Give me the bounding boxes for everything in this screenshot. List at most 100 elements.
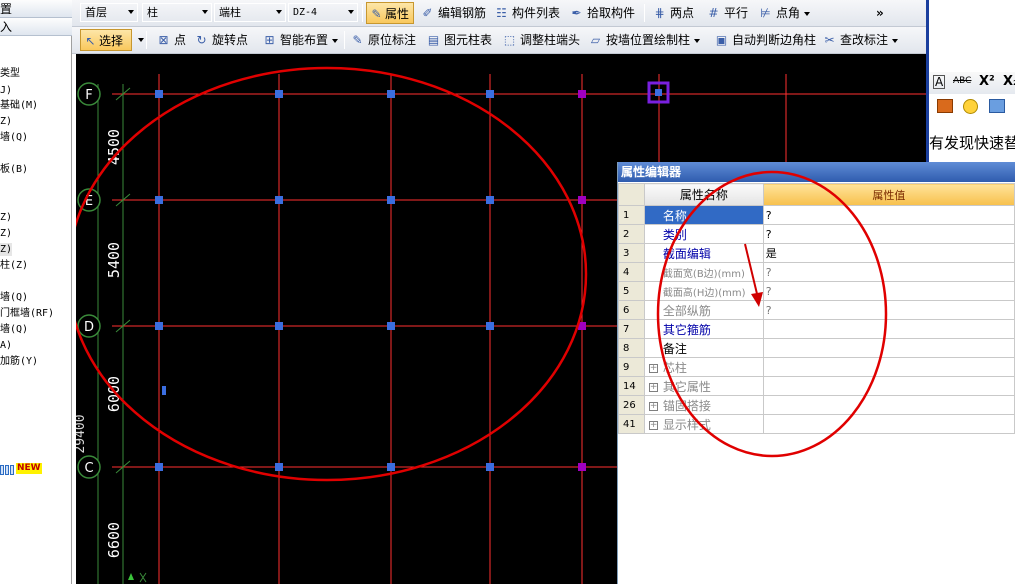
column-marker[interactable]	[155, 90, 163, 98]
property-row[interactable]: 9 + 芯柱	[618, 357, 1015, 377]
property-name-cell[interactable]: 其它箍筋	[643, 319, 764, 339]
origin-mark-button[interactable]: ✎ 原位标注	[350, 29, 416, 51]
edit-rebar-button[interactable]: ✐ 编辑钢筋	[420, 2, 486, 24]
chevron-down-icon[interactable]	[138, 38, 144, 42]
tree-item[interactable]: 门框墙(RF)	[0, 307, 54, 320]
column-marker[interactable]	[162, 386, 166, 395]
tree-item[interactable]: 墙(Q)	[0, 131, 28, 144]
property-row[interactable]: 26 + 锚固搭接	[618, 395, 1015, 415]
property-row[interactable]: 5 截面高(H边)(mm)?	[618, 281, 1015, 301]
column-marker[interactable]	[387, 322, 395, 330]
property-row[interactable]: 6 全部纵筋?	[618, 300, 1015, 320]
tree-item[interactable]: Z)	[0, 115, 12, 128]
property-name-cell[interactable]: + 其它属性	[643, 376, 764, 396]
smart-layout-button[interactable]: ⊞ 智能布置	[262, 29, 339, 51]
property-name-cell[interactable]: 截面宽(B边)(mm)	[643, 262, 764, 282]
expand-icon[interactable]: +	[648, 382, 658, 392]
component-name-select[interactable]: DZ-4	[288, 3, 358, 22]
tree-item[interactable]: 加筋(Y)	[0, 355, 38, 368]
property-name-cell[interactable]: 截面高(H边)(mm)	[643, 281, 764, 301]
expand-icon[interactable]: +	[648, 420, 658, 430]
new-feature-badge[interactable]: NEW	[0, 463, 42, 478]
pick-member-button[interactable]: ✒ 拾取构件	[569, 2, 635, 24]
adjust-column-end-button[interactable]: ⬚ 调整柱端头	[502, 29, 580, 51]
column-marker[interactable]	[155, 463, 163, 471]
property-row[interactable]: 41 + 显示样式	[618, 414, 1015, 434]
member-list-button[interactable]: ☷ 构件列表	[494, 2, 560, 24]
property-value[interactable]: ?	[762, 205, 1015, 225]
edge-column-marker[interactable]	[578, 90, 586, 98]
strikethrough-button[interactable]: ABC	[953, 76, 971, 86]
column-marker[interactable]	[486, 196, 494, 204]
component-subtype-select[interactable]: 端柱	[214, 3, 286, 22]
property-value[interactable]	[762, 395, 1015, 415]
column-marker[interactable]	[486, 90, 494, 98]
property-value[interactable]: ?	[762, 262, 1015, 282]
property-row[interactable]: 8 备注	[618, 338, 1015, 358]
tree-item[interactable]: Z)	[0, 243, 13, 256]
check-mark-button[interactable]: ✂ 查改标注	[822, 29, 899, 51]
column-marker[interactable]	[275, 463, 283, 471]
tree-item[interactable]: A)	[0, 339, 12, 352]
column-marker[interactable]	[275, 90, 283, 98]
column-marker[interactable]	[275, 322, 283, 330]
two-point-button[interactable]: ⋕ 两点	[652, 2, 694, 24]
tree-item[interactable]: Z)	[0, 227, 12, 240]
edge-column-marker[interactable]	[578, 196, 586, 204]
attribute-button[interactable]: ✎ 属性	[366, 2, 414, 24]
format-a-button[interactable]: A	[933, 75, 946, 89]
property-value[interactable]	[762, 338, 1015, 358]
property-row[interactable]: 2 类别?	[618, 224, 1015, 244]
property-name-cell[interactable]: 类别	[643, 224, 764, 244]
point-button[interactable]: ⊠ 点	[156, 29, 186, 51]
tree-item[interactable]: 墙(Q)	[0, 323, 28, 336]
property-row[interactable]: 3 截面编辑 是	[618, 243, 1015, 263]
rotate-point-button[interactable]: ↻ 旋转点	[194, 29, 248, 51]
property-name-cell[interactable]: + 锚固搭接	[643, 395, 764, 415]
column-marker[interactable]	[155, 196, 163, 204]
column-marker[interactable]	[387, 90, 395, 98]
column-table-button[interactable]: ▤ 图元柱表	[426, 29, 492, 51]
property-value[interactable]: ?	[762, 281, 1015, 301]
floor-select[interactable]: 首层	[80, 3, 138, 22]
property-name-cell[interactable]: 截面编辑	[643, 243, 764, 263]
property-name-cell[interactable]: + 芯柱	[643, 357, 764, 377]
column-marker[interactable]	[486, 463, 494, 471]
superscript-button[interactable]: X²	[979, 74, 995, 89]
panel-header-second[interactable]: 入	[0, 18, 72, 36]
tree-item[interactable]: 墙(Q)	[0, 291, 28, 304]
draw-by-wall-button[interactable]: ▱ 按墙位置绘制柱	[588, 29, 701, 51]
emoji-icon[interactable]	[963, 99, 978, 114]
property-value[interactable]	[762, 376, 1015, 396]
parallel-button[interactable]: # 平行	[706, 2, 748, 24]
property-row[interactable]: 1 名称?	[618, 205, 1015, 225]
property-value[interactable]: ?	[762, 224, 1015, 244]
property-name-cell[interactable]: 全部纵筋	[643, 300, 764, 320]
tree-item[interactable]: J)	[0, 84, 12, 97]
property-row[interactable]: 7 其它箍筋	[618, 319, 1015, 339]
auto-corner-column-button[interactable]: ▣ 自动判断边角柱	[714, 29, 816, 51]
image-icon[interactable]	[937, 99, 953, 113]
property-editor-title[interactable]: 属性编辑器	[618, 162, 1015, 182]
edge-column-marker[interactable]	[578, 463, 586, 471]
column-marker[interactable]	[155, 322, 163, 330]
column-marker[interactable]	[387, 463, 395, 471]
column-markers[interactable]	[155, 90, 494, 471]
property-row[interactable]: 14 + 其它属性	[618, 376, 1015, 396]
subscript-button[interactable]: X₂	[1003, 74, 1015, 89]
point-angle-button[interactable]: ⊭ 点角	[758, 2, 811, 24]
select-button[interactable]: ↖ 选择	[80, 29, 132, 51]
property-value[interactable]	[762, 357, 1015, 377]
property-value[interactable]	[762, 319, 1015, 339]
property-name-cell[interactable]: 备注	[643, 338, 764, 358]
tree-item[interactable]: 类型	[0, 67, 20, 80]
panel-header-top[interactable]: 置	[0, 0, 72, 18]
toolbar-overflow-button[interactable]: »	[876, 2, 884, 24]
property-value[interactable]: ?	[762, 300, 1015, 320]
column-marker[interactable]	[275, 196, 283, 204]
expand-icon[interactable]: +	[648, 363, 658, 373]
tree-item[interactable]: 基础(M)	[0, 99, 38, 112]
property-name-cell[interactable]: 名称	[643, 205, 764, 225]
property-value[interactable]: 是	[762, 243, 1015, 263]
column-marker[interactable]	[387, 196, 395, 204]
